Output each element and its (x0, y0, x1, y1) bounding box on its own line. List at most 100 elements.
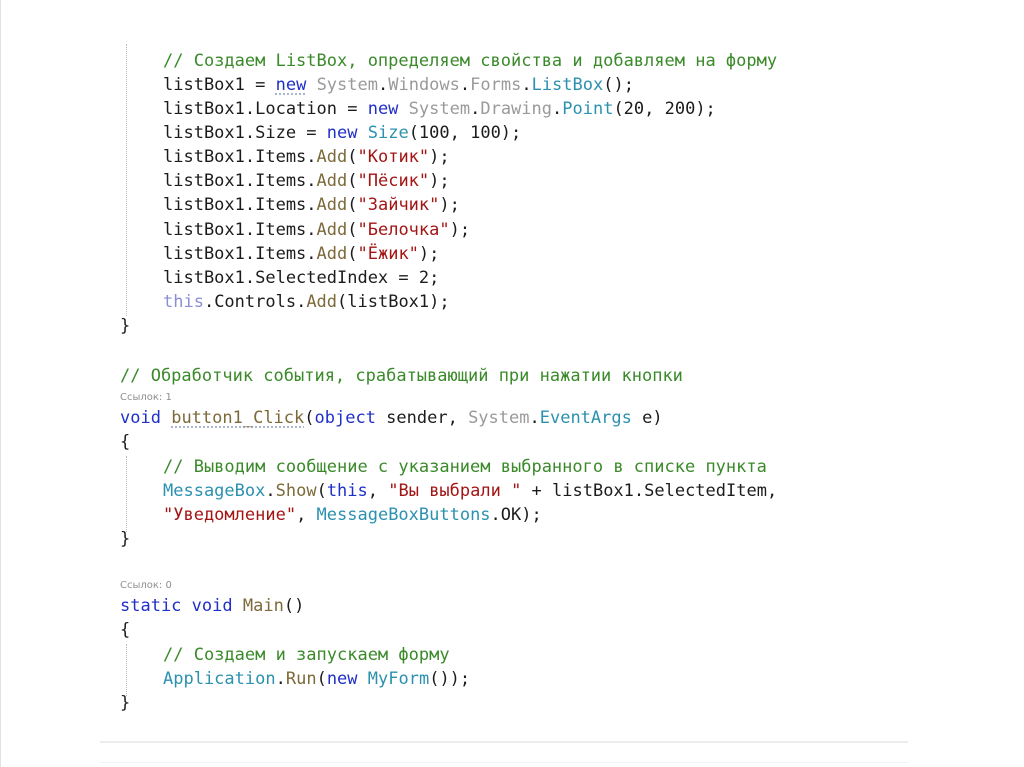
code-line: // Создаем ListBox, определяем свойства … (163, 49, 777, 73)
code-token: // Создаем ListBox, определяем свойства … (163, 51, 778, 71)
code-line: void button1_Click(object sender, System… (120, 406, 663, 430)
code-line: // Выводим сообщение с указанием выбранн… (163, 455, 767, 479)
code-token: Main (242, 596, 284, 616)
code-line: // Создаем и запускаем форму (163, 643, 450, 667)
indent-guide (126, 644, 127, 696)
code-token: void (191, 596, 233, 616)
code-token: "Зайчик" (357, 195, 440, 215)
divider (100, 741, 908, 743)
code-token: () (283, 596, 305, 616)
code-token: (100, 100); (408, 123, 522, 143)
code-line: listBox1.Size = new Size(100, 100); (163, 121, 521, 145)
code-token: "Пёсик" (357, 171, 430, 191)
code-token: listBox1.Items. (163, 147, 317, 167)
code-token: (); (603, 75, 634, 95)
code-token: new (275, 75, 307, 95)
code-token: ( (316, 669, 327, 689)
code-token: new (367, 99, 399, 119)
code-line: this.Controls.Add(listBox1); (163, 290, 450, 314)
code-token: Add (316, 244, 348, 264)
code-token: MyForm (367, 669, 430, 689)
code-token: listBox1.Items. (163, 195, 317, 215)
code-line: } (120, 527, 130, 551)
code-token: ListBox (531, 75, 604, 95)
code-token: ( (347, 171, 358, 191)
code-token: Application (163, 669, 276, 689)
code-token: .OK); (490, 505, 542, 525)
code-token: void (120, 408, 161, 428)
code-token: } (120, 529, 131, 549)
code-token: + listBox1.SelectedItem, (521, 481, 778, 501)
code-line: // Обработчик события, срабатывающий при… (120, 364, 683, 388)
code-token: listBox1.Items. (163, 220, 317, 240)
code-token: e) (631, 408, 663, 428)
code-token: "Белочка" (357, 220, 450, 240)
code-line: { (120, 430, 130, 454)
code-token: new (326, 669, 358, 689)
code-token: object (314, 408, 376, 428)
code-token: "Ёжик" (357, 244, 419, 264)
code-token: Show (275, 481, 317, 501)
code-token: , (296, 505, 317, 525)
code-token: new (326, 123, 358, 143)
code-line: listBox1.Items.Add("Зайчик"); (163, 193, 460, 217)
code-token: ); (449, 220, 471, 240)
code-line: } (120, 691, 130, 715)
divider (100, 762, 908, 763)
code-token: listBox1.Items. (163, 244, 317, 264)
code-token: listBox1.Items. (163, 171, 317, 191)
indent-guide (126, 44, 127, 316)
code-token: } (120, 693, 131, 713)
code-token: // Обработчик события, срабатывающий при… (120, 366, 683, 386)
code-token: this (326, 481, 368, 501)
code-token: Forms (470, 75, 522, 95)
code-token: EventArgs (539, 408, 632, 428)
code-token: Add (316, 171, 348, 191)
code-token: listBox1.SelectedIndex = 2; (163, 268, 440, 288)
code-token: { (120, 620, 131, 640)
code-token: ); (439, 195, 460, 215)
code-token: . (529, 408, 540, 428)
code-token: listBox1.Size = (163, 123, 327, 143)
code-token: "Вы выбрали " (388, 481, 522, 501)
code-line: Application.Run(new MyForm()); (163, 667, 470, 691)
code-token: Windows (388, 75, 460, 95)
code-token: ( (347, 244, 358, 264)
code-token: // Выводим сообщение с указанием выбранн… (163, 457, 767, 477)
code-token: Add (316, 195, 348, 215)
code-token: this (163, 292, 204, 312)
code-line: { (120, 618, 130, 642)
code-token: (listBox1); (337, 292, 450, 312)
code-line: listBox1.Items.Add("Ёжик"); (163, 242, 439, 266)
indent-guide (126, 456, 127, 532)
code-token: ( (316, 481, 327, 501)
code-editor[interactable]: // Создаем ListBox, определяем свойства … (0, 0, 1024, 740)
code-token: Add (316, 220, 348, 240)
code-token: , (367, 481, 389, 501)
code-token: . (459, 75, 471, 95)
code-token: ( (347, 195, 358, 215)
code-token: Run (285, 669, 317, 689)
code-token: "Уведомление" (163, 505, 297, 525)
code-line: listBox1.Items.Add("Белочка"); (163, 218, 470, 242)
code-line: } (120, 314, 130, 338)
code-token: listBox1 = (163, 75, 276, 95)
code-token: MessageBoxButtons (316, 505, 491, 525)
reference-count-hint[interactable]: Ссылок: 0 (120, 579, 172, 593)
code-line: MessageBox.Show(this, "Вы выбрали " + li… (163, 479, 777, 503)
code-token: static (120, 596, 182, 616)
reference-count-hint[interactable]: Ссылок: 1 (120, 391, 172, 405)
code-token: . (265, 481, 276, 501)
code-token: (20, 200); (613, 99, 716, 119)
code-token: Size (367, 123, 409, 143)
code-line: "Уведомление", MessageBoxButtons.OK); (163, 503, 542, 527)
code-token: "Котик" (357, 147, 430, 167)
code-token: { (120, 432, 131, 452)
code-token: System (468, 408, 530, 428)
code-token: . (552, 99, 563, 119)
